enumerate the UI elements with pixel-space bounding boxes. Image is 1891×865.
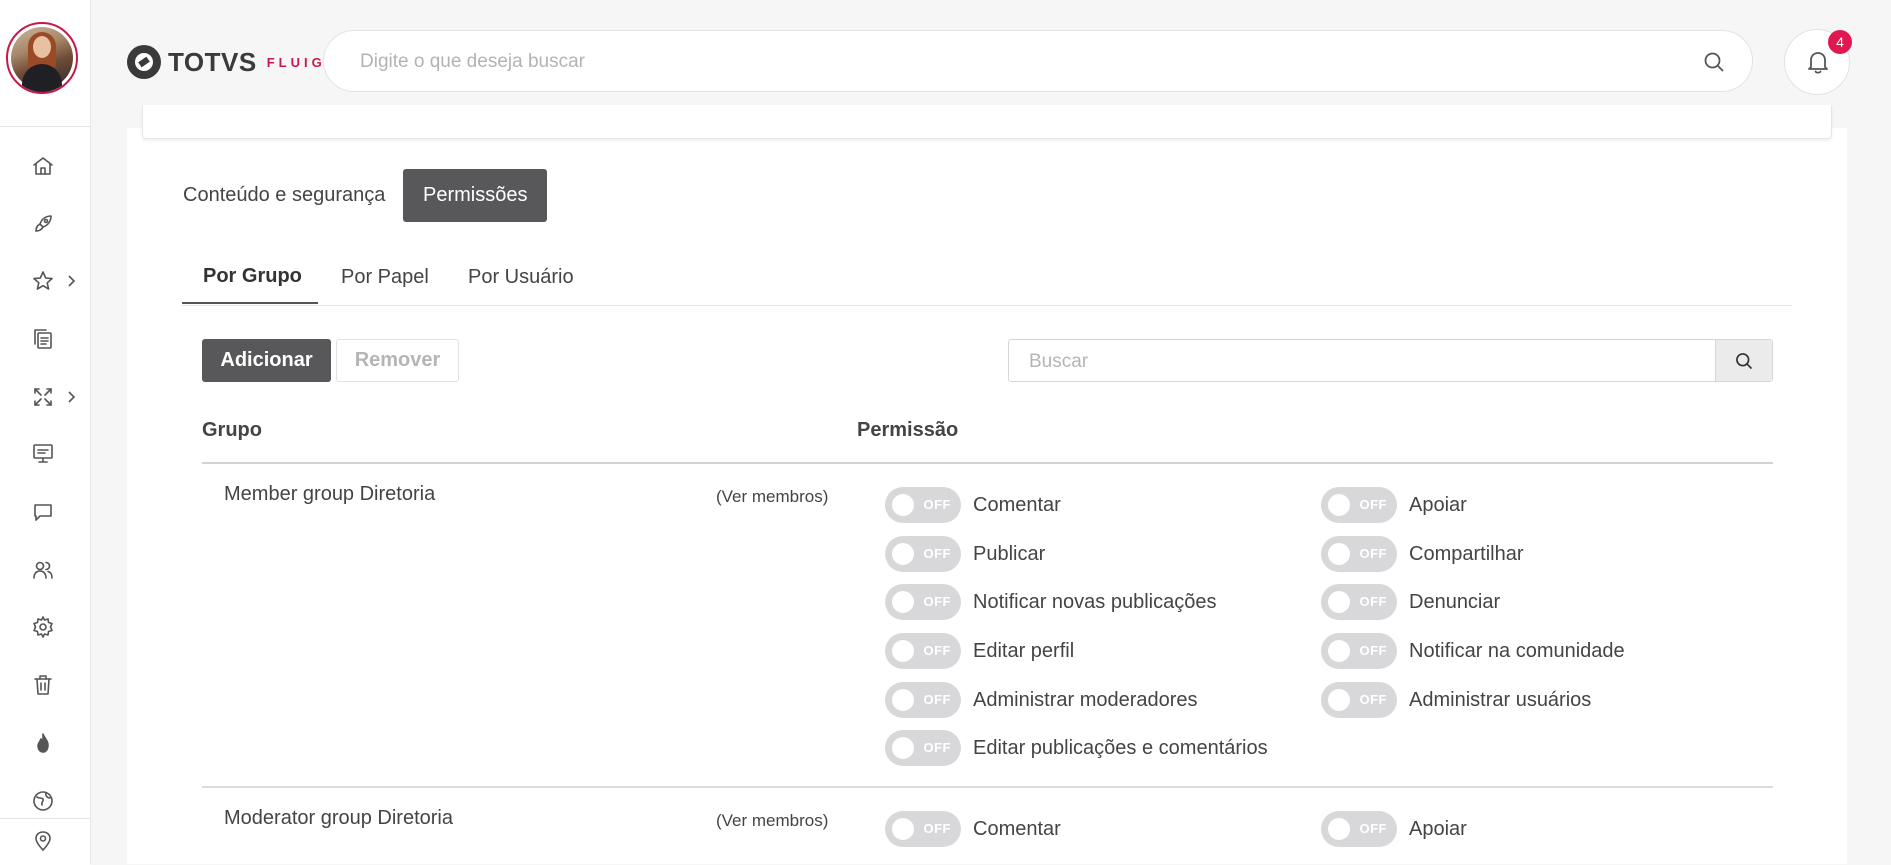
permission-label: Denunciar [1409, 590, 1501, 613]
chevron-right-icon[interactable] [66, 390, 76, 404]
add-button[interactable]: Adicionar [202, 339, 331, 382]
permission-toggle[interactable]: OFF [885, 730, 961, 766]
permission-label: Administrar moderadores [973, 688, 1198, 711]
search-icon[interactable] [1702, 50, 1726, 74]
rocket-icon[interactable] [28, 209, 58, 239]
fire-icon[interactable] [28, 728, 58, 758]
globe-icon[interactable] [28, 786, 58, 816]
notification-badge: 4 [1828, 30, 1852, 54]
permission-toggle[interactable]: OFF [885, 682, 961, 718]
permission-toggle[interactable]: OFF [1321, 811, 1397, 847]
view-members-link[interactable]: (Ver membros) [716, 811, 828, 831]
permission-item[interactable]: OFF Administrar usuários [1321, 682, 1591, 718]
permission-subtabs: Por Grupo Por Papel Por Usuário [182, 250, 1792, 306]
star-icon[interactable] [28, 266, 58, 296]
permission-item[interactable]: OFF Comentar [885, 487, 1061, 523]
sidebar-divider [0, 126, 90, 127]
row-divider [202, 786, 1773, 788]
group-name: Moderator group Diretoria [224, 807, 453, 829]
search-icon [1736, 352, 1753, 369]
group-search-input[interactable] [1027, 340, 1711, 383]
permission-item[interactable]: OFF Apoiar [1321, 487, 1467, 523]
permission-toggle[interactable]: OFF [1321, 584, 1397, 620]
permission-toggle[interactable]: OFF [885, 584, 961, 620]
permission-toggle[interactable]: OFF [1321, 633, 1397, 669]
chevron-right-icon[interactable] [66, 274, 76, 288]
permission-toggle[interactable]: OFF [1321, 682, 1397, 718]
documents-icon[interactable] [28, 324, 58, 354]
permission-toggle[interactable]: OFF [885, 633, 961, 669]
permission-label: Comentar [973, 493, 1061, 516]
permission-item[interactable]: OFF Apoiar [1321, 811, 1467, 847]
avatar[interactable] [6, 22, 78, 94]
sidebar [0, 0, 91, 865]
permission-toggle[interactable]: OFF [1321, 536, 1397, 572]
totvs-logo-icon [127, 45, 161, 79]
logo-sub-text: FLUIG [266, 54, 326, 70]
column-header-grupo: Grupo [202, 419, 262, 441]
subtab-por-usuario[interactable]: Por Usuário [468, 250, 574, 304]
permission-label: Editar perfil [973, 639, 1075, 662]
users-icon[interactable] [28, 555, 58, 585]
subtab-por-papel[interactable]: Por Papel [341, 250, 429, 304]
location-icon[interactable] [28, 826, 58, 856]
group-search-button[interactable] [1715, 340, 1772, 381]
permission-label: Apoiar [1409, 817, 1467, 840]
totvs-fluig-logo[interactable]: TOTVS FLUIG [127, 44, 326, 80]
permission-label: Notificar na comunidade [1409, 639, 1625, 662]
permission-label: Apoiar [1409, 493, 1467, 516]
permission-toggle[interactable]: OFF [885, 811, 961, 847]
view-members-link[interactable]: (Ver membros) [716, 487, 828, 507]
permission-toggle[interactable]: OFF [885, 487, 961, 523]
logo-text: TOTVS [168, 46, 257, 77]
home-icon[interactable] [28, 151, 58, 181]
permission-label: Notificar novas publicações [973, 590, 1217, 613]
global-search-input[interactable] [358, 31, 1662, 93]
permission-label: Publicar [973, 542, 1046, 565]
chat-icon[interactable] [28, 497, 58, 527]
permission-item[interactable]: OFF Editar perfil [885, 633, 1074, 669]
table-header-divider [202, 462, 1773, 464]
permission-toggle[interactable]: OFF [885, 536, 961, 572]
bell-icon [1808, 52, 1828, 74]
remove-button[interactable]: Remover [336, 339, 459, 382]
subtab-por-grupo[interactable]: Por Grupo [182, 250, 318, 304]
group-name: Member group Diretoria [224, 483, 436, 505]
permission-item[interactable]: OFF Denunciar [1321, 584, 1500, 620]
permission-item[interactable]: OFF Comentar [885, 811, 1061, 847]
tab-permissoes[interactable]: Permissões [403, 169, 548, 222]
group-search [1008, 339, 1773, 383]
presentation-icon[interactable] [28, 438, 58, 468]
permission-item[interactable]: OFF Publicar [885, 536, 1045, 572]
workflow-icon[interactable] [28, 382, 58, 412]
permission-item[interactable]: OFF Editar publicações e comentários [885, 730, 1268, 766]
global-search-bar [323, 30, 1753, 93]
tab-conteudo-seguranca[interactable]: Conteúdo e segurança [163, 169, 405, 222]
permission-item[interactable]: OFF Administrar moderadores [885, 682, 1198, 718]
permission-item[interactable]: OFF Notificar novas publicações [885, 584, 1216, 620]
permission-label: Compartilhar [1409, 542, 1524, 565]
permission-item[interactable]: OFF Compartilhar [1321, 536, 1523, 572]
permission-label: Administrar usuários [1409, 688, 1592, 711]
column-header-permissao: Permissão [857, 419, 959, 441]
top-card-edge [142, 105, 1832, 139]
gear-icon[interactable] [28, 612, 58, 642]
permission-item[interactable]: OFF Notificar na comunidade [1321, 633, 1625, 669]
trash-icon[interactable] [28, 670, 58, 700]
permission-label: Editar publicações e comentários [973, 736, 1268, 759]
sidebar-footer [0, 818, 90, 865]
permission-label: Comentar [973, 817, 1061, 840]
permission-toggle[interactable]: OFF [1321, 487, 1397, 523]
